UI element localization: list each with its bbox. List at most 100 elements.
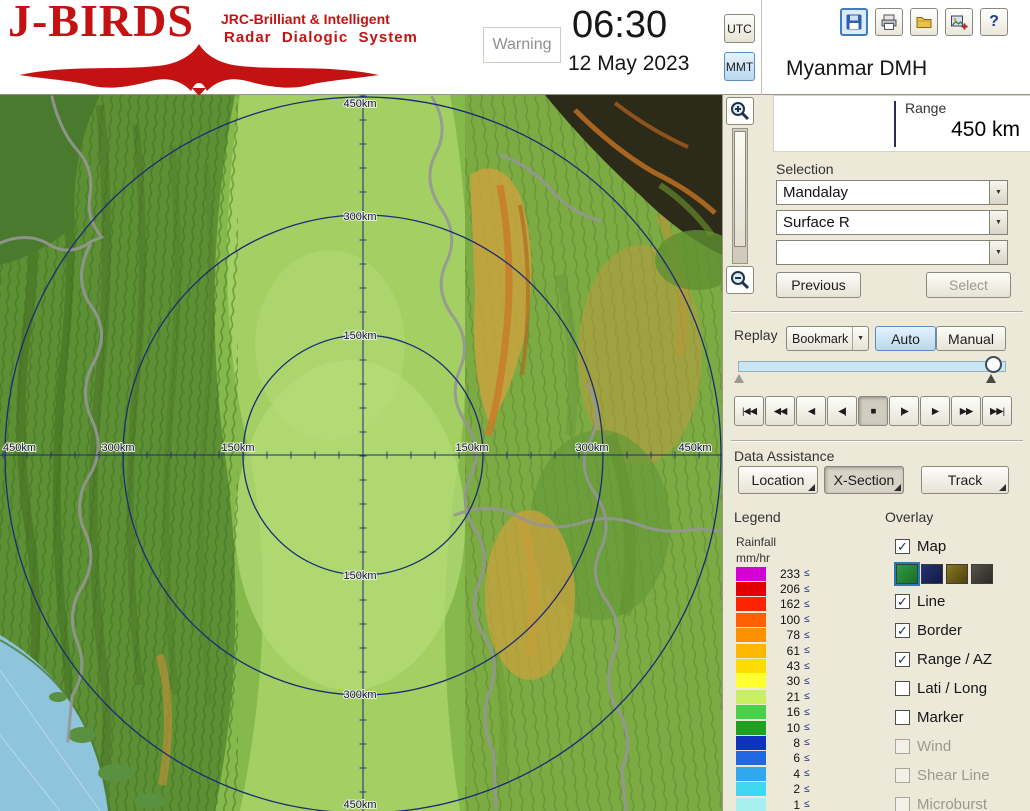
overlay-item-marker[interactable]: Marker [895,703,1029,732]
replay-slider-thumb[interactable] [985,356,1002,373]
overlay-label: Overlay [885,509,933,525]
overlay-item-label: Lati / Long [917,680,987,697]
bookmark-button[interactable]: Bookmark ▼ [786,326,869,351]
warning-indicator[interactable]: Warning [483,27,561,63]
legend-lte-symbol: ≤ [804,691,810,702]
legend-value: 206 [775,582,800,596]
legend-row: 61≤ [736,643,866,658]
overlay-item-lati-long[interactable]: Lati / Long [895,674,1029,703]
skip-start-button[interactable]: |◀◀ [734,396,764,426]
map-style-olive[interactable] [946,564,968,584]
track-button[interactable]: Track [921,466,1009,494]
zoom-out-icon [729,269,751,291]
map-style-swatches [895,561,1029,587]
zoom-out-button[interactable] [726,266,754,294]
previous-button[interactable]: Previous [776,272,861,298]
overlay-item-line[interactable]: ✓Line [895,587,1029,616]
legend-color-swatch [736,613,766,627]
overlay-item-label: Border [917,622,962,639]
legend-row: 100≤ [736,612,866,627]
timeline-start-marker[interactable] [734,374,744,383]
overlay-item-label: Marker [917,709,964,726]
checkbox[interactable] [895,768,910,783]
zoom-scrollbar-thumb[interactable] [734,131,746,247]
overlay-item-wind[interactable]: Wind [895,732,1029,761]
x-section-button[interactable]: X-Section [824,466,904,494]
chevron-down-icon[interactable]: ▼ [989,181,1007,204]
checkbox[interactable] [895,739,910,754]
timeline-end-marker[interactable] [986,374,996,383]
open-folder-button[interactable] [910,8,938,36]
legend-unit-1: Rainfall [736,535,776,549]
radar-display[interactable]: 450km 300km 150km 150km 300km 450km 450k… [0,95,722,811]
auto-mode-button[interactable]: Auto [875,326,936,351]
header-divider [761,0,762,95]
overlay-item-map[interactable]: ✓Map [895,532,1029,561]
skip-end-button[interactable]: ▶▶| [982,396,1012,426]
fast-forward-button[interactable]: ▶▶ [951,396,981,426]
play-button[interactable]: ▶ [920,396,950,426]
map-style-navy[interactable] [921,564,943,584]
help-button[interactable]: ? [980,8,1008,36]
legend-value: 162 [775,597,800,611]
legend-row: 1≤ [736,797,866,811]
menu-corner-icon [808,484,815,491]
checkbox[interactable]: ✓ [895,623,910,638]
manual-mode-button[interactable]: Manual [936,326,1006,351]
zoom-in-button[interactable] [726,97,754,125]
zoom-scrollbar[interactable] [732,128,748,264]
overlay-item-shear-line[interactable]: Shear Line [895,761,1029,790]
overlay-item-range-az[interactable]: ✓Range / AZ [895,645,1029,674]
track-button-label: Track [948,472,982,488]
legend-lte-symbol: ≤ [804,722,810,733]
range-label: Range [905,100,946,116]
overlay-item-microburst[interactable]: Microburst [895,790,1029,811]
stop-button[interactable]: ■ [858,396,888,426]
chevron-down-icon[interactable]: ▼ [989,211,1007,234]
extra-dropdown[interactable]: ▼ [776,240,1008,265]
utc-button[interactable]: UTC [724,14,755,43]
rewind-button[interactable]: ◀◀ [765,396,795,426]
chevron-down-icon[interactable]: ▼ [989,241,1007,264]
location-button-label: Location [752,472,805,488]
legend-row: 4≤ [736,766,866,781]
chevron-down-icon: ▼ [852,327,868,350]
step-forward-button[interactable]: |▶ [889,396,919,426]
capture-image-button[interactable] [945,8,973,36]
checkbox[interactable]: ✓ [895,539,910,554]
range-label: 300km [343,689,376,701]
location-button[interactable]: Location [738,466,818,494]
range-label: 450km [343,98,376,110]
checkbox[interactable] [895,710,910,725]
legend-row: 16≤ [736,705,866,720]
jbirds-app: J-BIRDS JRC-Brilliant & Intelligent Rada… [0,0,1030,811]
legend-color-swatch [736,705,766,719]
station-dropdown-value: Mandalay [777,181,989,204]
legend-value: 233 [775,567,800,581]
legend-color-swatch [736,628,766,642]
checkbox[interactable] [895,681,910,696]
map-style-green[interactable] [896,564,918,584]
control-panel: Range 450 km Selection Mandalay ▼ Surfac… [722,95,1030,811]
map-style-gray[interactable] [971,564,993,584]
range-label: 300km [101,442,134,454]
checkbox[interactable] [895,797,910,811]
save-icon [845,13,863,31]
menu-corner-icon [999,484,1006,491]
checkbox[interactable]: ✓ [895,594,910,609]
play-backward-button[interactable]: ◀ [796,396,826,426]
legend-color-swatch [736,597,766,611]
clock-time: 06:30 [572,4,667,47]
save-button[interactable] [840,8,868,36]
print-button[interactable] [875,8,903,36]
product-dropdown-value: Surface R [777,211,989,234]
replay-timeline-slider[interactable] [738,361,1006,372]
overlay-item-border[interactable]: ✓ Border [895,616,1029,645]
station-dropdown[interactable]: Mandalay ▼ [776,180,1008,205]
step-back-button[interactable]: ◀| [827,396,857,426]
product-dropdown[interactable]: Surface R ▼ [776,210,1008,235]
checkbox[interactable]: ✓ [895,652,910,667]
select-button[interactable]: Select [926,272,1011,298]
legend-value: 61 [775,644,800,658]
mmt-button[interactable]: MMT [724,52,755,81]
